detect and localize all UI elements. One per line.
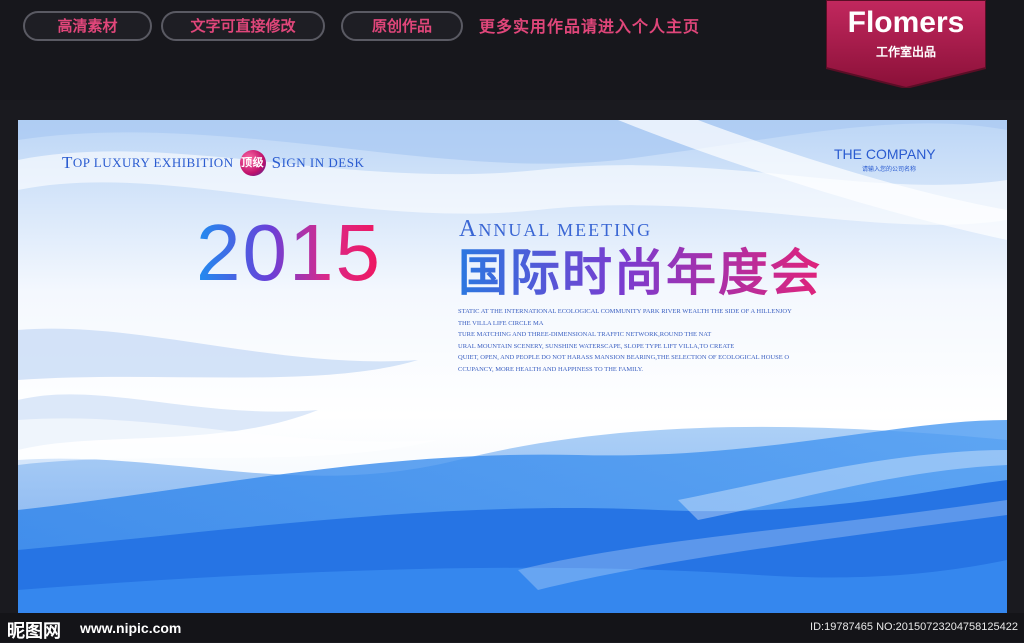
watermark-url[interactable]: www.nipic.com	[80, 620, 181, 636]
brand-subtitle: 工作室出品	[875, 45, 936, 59]
brand-title: Flomers	[847, 6, 965, 39]
annual-meeting-initial: A	[459, 216, 479, 242]
main-title: 国际时尚年度会	[458, 244, 822, 302]
tagline: T OP LUXURY EXHIBITION 顶级 S IGN IN DESK	[62, 150, 364, 176]
tag-editable-text-label: 文字可直接修改	[190, 17, 296, 35]
tagline-part2-initial: S	[271, 153, 282, 172]
annual-meeting-text: NNUAL MEETING	[478, 220, 653, 240]
tag-original-work[interactable]: 原创作品	[341, 11, 463, 41]
brand-badge: Flomers 工作室出品	[825, 0, 987, 90]
footer-bar: 昵图网 www.nipic.com ID:19787465 NO:2015072…	[0, 613, 1024, 642]
description-block: STATIC AT THE INTERNATIONAL ECOLOGICAL C…	[458, 306, 838, 375]
image-id: ID:19787465 NO:20150723204758125422	[810, 621, 1018, 633]
description-line: TURE MATCHING AND THREE-DIMENSIONAL TRAF…	[458, 331, 712, 338]
description-line: STATIC AT THE INTERNATIONAL ECOLOGICAL C…	[458, 308, 792, 315]
tagline-part1-initial: T	[62, 153, 73, 172]
description-line: THE VILLA LIFE CIRCLE MA	[458, 319, 544, 327]
watermark-logo: 昵图网	[7, 621, 61, 642]
top-bar: 高清素材 文字可直接修改 原创作品 更多实用作品请进入个人主页 Flomers …	[0, 0, 1024, 100]
annual-meeting-subtitle: ANNUAL MEETING	[459, 216, 652, 243]
tag-hd-material[interactable]: 高清素材	[23, 11, 152, 41]
company-name-hint: 请输入您的公司名称	[862, 166, 917, 173]
description-line: URAL MOUNTAIN SCENERY, SUNSHINE WATERSCA…	[458, 342, 735, 350]
tag-editable-text[interactable]: 文字可直接修改	[161, 11, 325, 41]
tag-original-work-label: 原创作品	[371, 17, 432, 35]
tagline-part1: OP LUXURY EXHIBITION	[72, 155, 234, 170]
description-line: QUIET, OPEN, AND PEOPLE DO NOT HARASS MA…	[458, 354, 790, 361]
year-heading: 2015	[196, 208, 382, 297]
company-name: THE COMPANY	[834, 146, 936, 162]
annual-meeting-banner: T OP LUXURY EXHIBITION 顶级 S IGN IN DESK TH…	[18, 120, 1007, 613]
tagline-part2: IGN IN DESK	[281, 155, 365, 170]
promo-link[interactable]: 更多实用作品请进入个人主页	[479, 13, 700, 37]
tag-hd-material-label: 高清素材	[57, 17, 118, 35]
description-line: CCUPANCY, MORE HEALTH AND HAPPINESS TO T…	[458, 365, 644, 373]
top-grade-badge: 顶级	[239, 150, 266, 176]
